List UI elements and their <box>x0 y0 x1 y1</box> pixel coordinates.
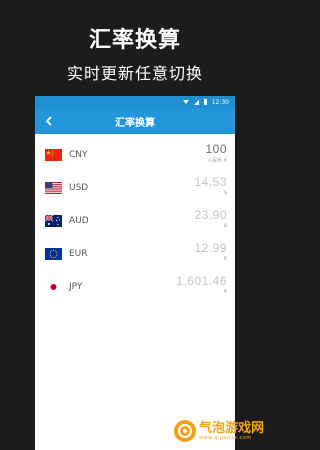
currency-code: AUD <box>69 215 89 226</box>
currency-code: JPY <box>69 281 83 292</box>
bubble-logo-icon <box>173 420 196 442</box>
status-bar: 12:30 <box>35 96 235 108</box>
currency-unit: $ <box>223 190 227 196</box>
currency-value: 14.53 <box>194 175 227 189</box>
promo-title: 汇率换算 <box>88 28 181 53</box>
phone-screen: 12:30 汇率换算 CNY 100 人民币 ¥ USD 14.53 $ AUD… <box>35 96 235 450</box>
currency-row-cny[interactable]: CNY 100 人民币 ¥ <box>35 138 235 171</box>
currency-value: 100 <box>205 142 227 156</box>
currency-row-usd[interactable]: USD 14.53 $ <box>35 171 235 204</box>
status-time: 12:30 <box>211 98 229 106</box>
currency-value: 12.99 <box>194 241 227 255</box>
app-bar: 汇率换算 <box>35 108 235 134</box>
eu-flag-icon <box>45 247 62 260</box>
currency-value: 23.90 <box>194 208 227 222</box>
currency-value: 1,601.46 <box>176 274 227 288</box>
currency-row-eur[interactable]: EUR 12.99 € <box>35 237 235 270</box>
battery-icon <box>203 99 207 105</box>
chevron-left-icon[interactable] <box>42 114 56 128</box>
usa-flag-icon <box>45 181 62 194</box>
japan-flag-icon <box>45 280 62 293</box>
currency-row-aud[interactable]: AUD 23.90 $ <box>35 204 235 237</box>
australia-flag-icon <box>45 214 62 227</box>
china-flag-icon <box>45 148 62 161</box>
wifi-icon <box>182 100 189 104</box>
currency-list: CNY 100 人民币 ¥ USD 14.53 $ AUD 23.90 $ EU… <box>35 134 235 303</box>
currency-unit: $ <box>223 223 227 229</box>
promo-subtitle: 实时更新任意切换 <box>66 64 203 83</box>
app-title: 汇率换算 <box>115 117 155 129</box>
currency-row-jpy[interactable]: JPY 1,601.46 ¥ <box>35 270 235 303</box>
currency-unit: ¥ <box>223 289 227 295</box>
watermark: 气泡游戏网 www.qipaoxx.com <box>173 420 264 442</box>
signal-icon <box>193 99 199 105</box>
currency-unit: € <box>223 256 227 262</box>
currency-code: EUR <box>69 248 88 259</box>
currency-code: CNY <box>69 149 88 160</box>
currency-code: USD <box>69 182 89 193</box>
currency-unit: 人民币 ¥ <box>207 158 227 164</box>
watermark-text: 气泡游戏网 <box>198 420 264 436</box>
